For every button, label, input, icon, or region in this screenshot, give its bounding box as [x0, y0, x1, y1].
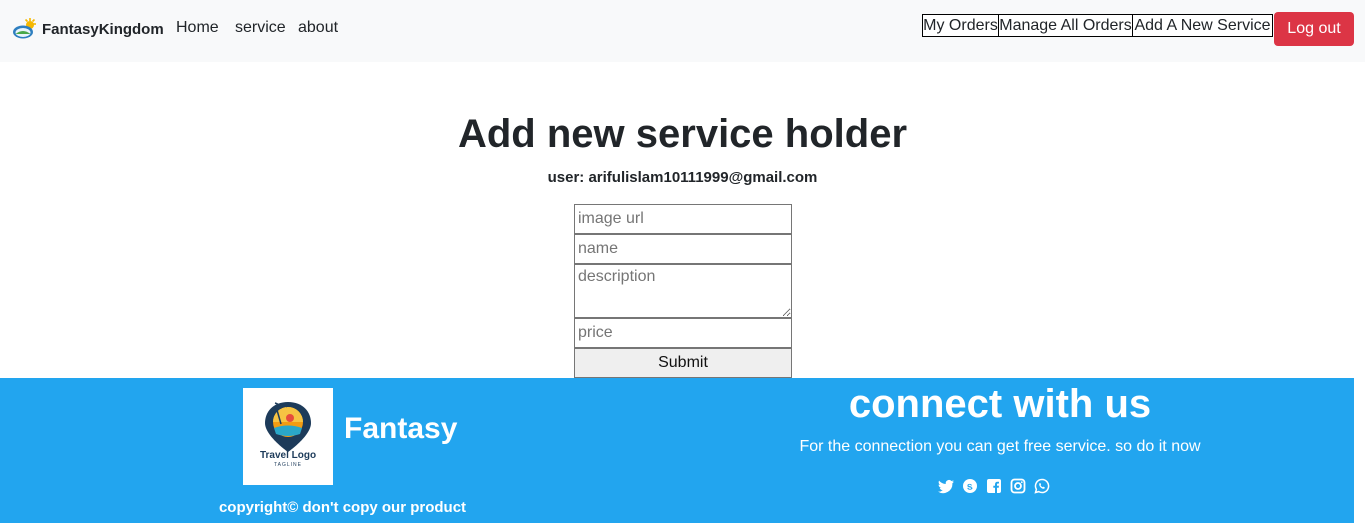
user-email: user: arifulislam10111999@gmail.com — [547, 169, 818, 186]
price-input[interactable] — [574, 318, 792, 348]
description-input[interactable] — [574, 264, 792, 318]
image-url-input[interactable] — [574, 204, 792, 234]
add-new-service-button[interactable]: Add A New Service — [1132, 14, 1273, 37]
skype-icon[interactable] — [962, 478, 978, 494]
connect-subtitle: For the connection you can get free serv… — [799, 438, 1201, 455]
sun-logo-icon — [13, 18, 36, 39]
footer: Travel Logo TAGLINE Fantasy copyright© d… — [0, 378, 1354, 523]
whatsapp-icon[interactable] — [1034, 478, 1050, 494]
footer-brand: Fantasy — [344, 412, 458, 445]
facebook-icon[interactable] — [986, 478, 1002, 494]
connect-title: connect with us — [848, 382, 1152, 426]
twitter-icon[interactable] — [938, 478, 954, 494]
nav-service[interactable]: service — [235, 19, 286, 37]
copyright-text: copyright© don't copy our product — [218, 499, 467, 516]
logout-button[interactable]: Log out — [1274, 12, 1354, 46]
logo-text: Travel Logo — [259, 450, 317, 461]
submit-button[interactable]: Submit — [574, 348, 792, 378]
name-input[interactable] — [574, 234, 792, 264]
page-title: Add new service holder — [457, 112, 908, 156]
brand[interactable]: FantasyKingdom — [12, 16, 164, 42]
travel-logo-icon — [265, 402, 311, 452]
brand-name: FantasyKingdom — [42, 20, 164, 38]
nav-home[interactable]: Home — [176, 19, 219, 37]
nav-about[interactable]: about — [298, 19, 338, 37]
manage-all-orders-button[interactable]: Manage All Orders — [998, 14, 1133, 37]
social-links — [938, 478, 1050, 494]
logo-tagline: TAGLINE — [273, 462, 303, 468]
my-orders-button[interactable]: My Orders — [922, 14, 999, 37]
navbar: FantasyKingdom Home service about My Ord… — [0, 0, 1365, 62]
instagram-icon[interactable] — [1010, 478, 1026, 494]
travel-logo-image: Travel Logo TAGLINE — [243, 388, 333, 485]
